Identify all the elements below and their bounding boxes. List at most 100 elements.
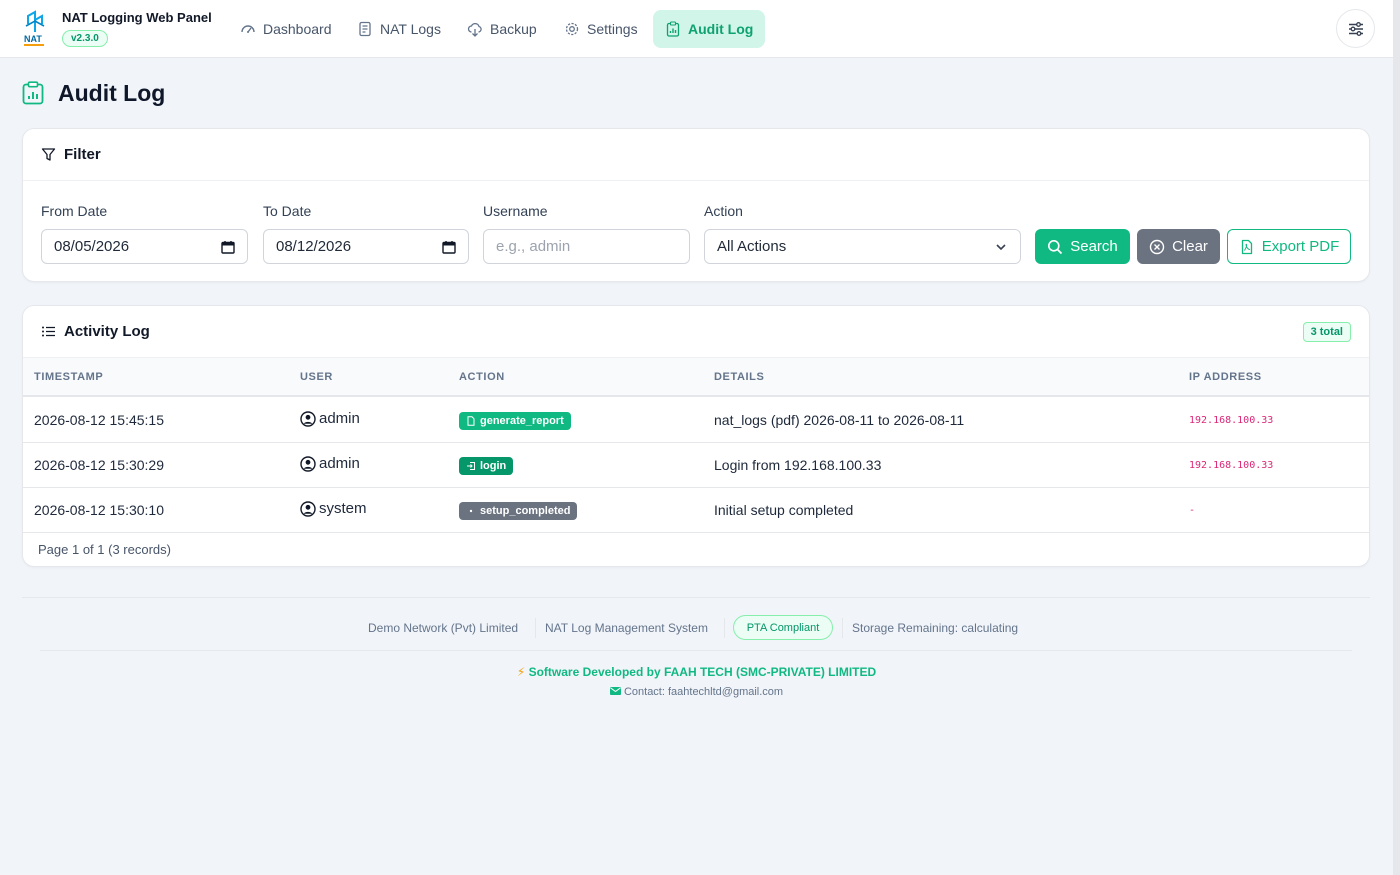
- top-navbar: NAT NAT Logging Web Panel v2.3.0 Dashboa…: [0, 0, 1393, 58]
- action-select-value: All Actions: [717, 238, 787, 255]
- activity-title: Activity Log: [64, 323, 150, 340]
- footer-company: Demo Network (Pvt) Limited: [368, 621, 519, 635]
- app-name: NAT Logging Web Panel: [62, 10, 212, 25]
- nav-audit-log[interactable]: Audit Log: [653, 10, 766, 48]
- search-icon: [1048, 239, 1063, 254]
- action-badge-label: setup_completed: [480, 505, 571, 517]
- action-badge: login: [459, 457, 514, 475]
- column-action[interactable]: ACTION: [459, 371, 505, 383]
- footer-divider: [40, 650, 1352, 651]
- developer-credit-text: Software Developed by FAAH TECH (SMC-PRI…: [528, 665, 877, 679]
- ip-address-cell: 192.168.100.33: [1189, 415, 1274, 426]
- from-date-input[interactable]: 08/05/2026: [41, 229, 248, 264]
- version-badge: v2.3.0: [62, 30, 108, 47]
- page-scrollbar[interactable]: [1393, 0, 1400, 875]
- user-name: admin: [319, 455, 360, 472]
- contact-line: Contact: faahtechltd@gmail.com: [0, 686, 1393, 698]
- nav-settings-label: Settings: [587, 21, 638, 37]
- lightning-icon: ⚡: [516, 665, 526, 679]
- footer-separator: [535, 618, 536, 638]
- total-count-badge: 3 total: [1302, 322, 1351, 342]
- table-row[interactable]: 2026-08-12 15:30:10 system setup_complet…: [23, 488, 1369, 533]
- search-button[interactable]: Search: [1035, 229, 1130, 264]
- activity-log-card: Activity Log 3 total TIMESTAMP USER ACTI…: [22, 305, 1370, 567]
- nav-audit-log-label: Audit Log: [688, 21, 754, 37]
- filter-title: Filter: [64, 146, 101, 163]
- contact-text[interactable]: Contact: faahtechltd@gmail.com: [624, 686, 783, 698]
- footer-divider: [22, 597, 1370, 598]
- nav-dashboard-label: Dashboard: [263, 21, 332, 37]
- table-row[interactable]: 2026-08-12 15:45:15 admin generate_repor…: [23, 398, 1369, 443]
- file-pdf-icon: [1241, 239, 1252, 254]
- column-timestamp[interactable]: TIMESTAMP: [34, 371, 103, 383]
- user-circle-icon: [300, 455, 316, 472]
- details-cell: nat_logs (pdf) 2026-08-11 to 2026-08-11: [714, 412, 965, 428]
- logo-text: NAT: [24, 34, 42, 44]
- activity-header: Activity Log: [23, 306, 1369, 358]
- action-badge: generate_report: [459, 412, 571, 430]
- to-date-input[interactable]: 08/12/2026: [263, 229, 469, 264]
- action-badge-label: generate_report: [480, 415, 564, 427]
- nav-backup[interactable]: Backup: [455, 10, 549, 48]
- clear-button[interactable]: Clear: [1137, 229, 1220, 264]
- footer-separator: [842, 618, 843, 638]
- display-settings-button[interactable]: [1336, 9, 1375, 48]
- audit-log-page-icon: [22, 81, 44, 105]
- pta-compliant-badge: PTA Compliant: [733, 615, 833, 640]
- pagination-info: Page 1 of 1 (3 records): [38, 542, 171, 557]
- column-ip-address[interactable]: IP ADDRESS: [1189, 371, 1262, 383]
- action-badge: setup_completed: [459, 502, 578, 520]
- nav-settings[interactable]: Settings: [552, 10, 650, 48]
- user-name: admin: [319, 410, 360, 427]
- user-circle-icon: [300, 500, 316, 517]
- ip-address-cell: -: [1189, 505, 1196, 516]
- calendar-icon[interactable]: [221, 240, 235, 254]
- developer-credit: ⚡ Software Developed by FAAH TECH (SMC-P…: [0, 665, 1393, 679]
- footer-separator: [724, 618, 725, 638]
- envelope-icon: [609, 687, 621, 695]
- clipboard-chart-icon: [666, 21, 680, 37]
- column-details[interactable]: DETAILS: [714, 371, 764, 383]
- calendar-icon[interactable]: [442, 240, 456, 254]
- document-icon: [359, 21, 371, 37]
- user-cell: system: [300, 500, 367, 517]
- table-row[interactable]: 2026-08-12 15:30:29 admin login Login fr…: [23, 443, 1369, 488]
- nav-backup-label: Backup: [490, 21, 537, 37]
- to-date-value: 08/12/2026: [276, 238, 352, 255]
- username-label: Username: [483, 203, 548, 219]
- nav-nat-logs[interactable]: NAT Logs: [345, 10, 453, 48]
- column-user[interactable]: USER: [300, 371, 333, 383]
- table-header: TIMESTAMP USER ACTION DETAILS IP ADDRESS: [23, 358, 1369, 397]
- app-logo-icon[interactable]: NAT: [22, 10, 48, 48]
- to-date-label: To Date: [263, 203, 312, 219]
- timestamp-cell: 2026-08-12 15:45:15: [34, 412, 164, 428]
- export-pdf-button[interactable]: Export PDF: [1227, 229, 1351, 264]
- from-date-label: From Date: [41, 203, 108, 219]
- list-icon: [42, 326, 55, 337]
- ip-address-cell: 192.168.100.33: [1189, 460, 1274, 471]
- cloud-download-icon: [467, 22, 482, 37]
- filter-header: Filter: [23, 129, 1369, 181]
- chevron-down-icon: [996, 244, 1006, 251]
- username-input[interactable]: e.g., admin: [483, 229, 690, 264]
- filter-card: Filter From Date 08/05/2026 To Date 08/1…: [22, 128, 1370, 282]
- footer-system-name: NAT Log Management System: [545, 621, 708, 635]
- sliders-icon: [1348, 21, 1363, 36]
- gear-icon: [565, 22, 579, 36]
- nav-nat-logs-label: NAT Logs: [380, 21, 441, 37]
- timestamp-cell: 2026-08-12 15:30:29: [34, 457, 164, 473]
- action-select[interactable]: All Actions: [704, 229, 1021, 264]
- user-name: system: [319, 500, 367, 517]
- footer-storage: Storage Remaining: calculating: [852, 621, 1019, 635]
- action-label: Action: [704, 203, 743, 219]
- export-pdf-label: Export PDF: [1261, 238, 1340, 255]
- user-circle-icon: [300, 410, 316, 427]
- user-cell: admin: [300, 410, 360, 427]
- clear-button-label: Clear: [1172, 238, 1208, 255]
- details-cell: Login from 192.168.100.33: [714, 457, 882, 473]
- file-pdf-icon: [467, 416, 475, 426]
- page-title: Audit Log: [58, 80, 166, 106]
- nav-dashboard[interactable]: Dashboard: [228, 10, 344, 48]
- from-date-value: 08/05/2026: [54, 238, 130, 255]
- funnel-icon: [41, 148, 56, 161]
